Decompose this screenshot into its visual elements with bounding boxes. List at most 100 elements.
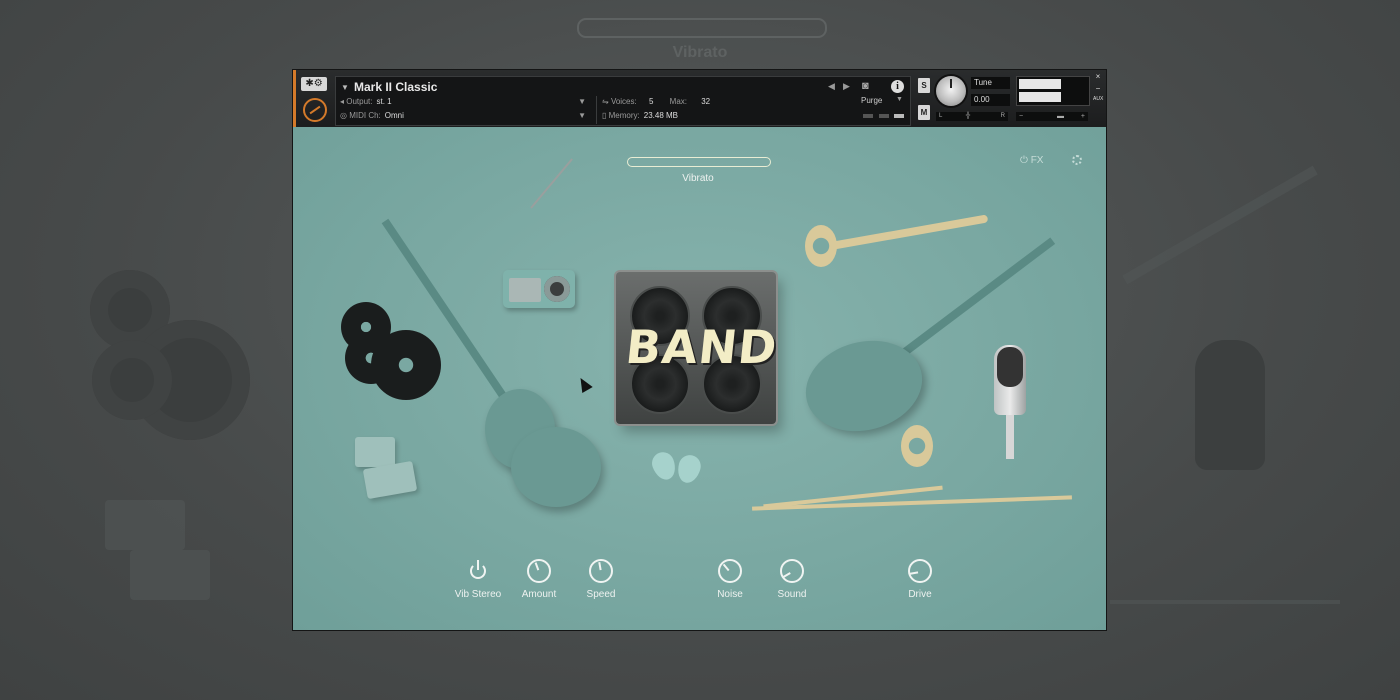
volume-minus-label: − bbox=[1019, 113, 1024, 120]
prev-instrument-icon[interactable]: ◀ bbox=[828, 81, 835, 92]
activity-meter bbox=[863, 114, 873, 118]
midi-icon: ◎ bbox=[340, 111, 347, 120]
sound-label: Sound bbox=[777, 589, 807, 600]
drive-knob[interactable] bbox=[908, 559, 932, 583]
memory-value: 23.48 MB bbox=[643, 111, 679, 120]
background-slider bbox=[577, 18, 827, 38]
voices-label: Voices: bbox=[610, 97, 637, 106]
tune-label: Tune bbox=[971, 77, 1010, 89]
vinyl-record bbox=[371, 330, 441, 400]
volume-plus-label: + bbox=[1080, 113, 1085, 120]
max-voices-value[interactable]: 32 bbox=[701, 97, 710, 106]
guitar-pick bbox=[674, 452, 704, 486]
mute-button[interactable]: M bbox=[918, 105, 930, 120]
noise-control[interactable]: Noise bbox=[695, 559, 765, 600]
minimize-icon[interactable]: − bbox=[1093, 84, 1103, 93]
settings-icon[interactable]: ✱⚙ bbox=[301, 77, 327, 91]
amount-label: Amount bbox=[521, 589, 557, 600]
midi-value[interactable]: Omni bbox=[385, 111, 404, 120]
radio-speaker bbox=[509, 278, 541, 302]
volume-slider[interactable]: − ▬ + bbox=[1016, 112, 1088, 121]
aux-label[interactable]: AUX bbox=[1093, 96, 1103, 102]
memory-row: ▯ Memory: 23.48 MB bbox=[602, 109, 842, 122]
info-icon[interactable]: i bbox=[891, 80, 904, 93]
solo-button[interactable]: S bbox=[918, 78, 930, 93]
bass-guitar-lower bbox=[511, 427, 601, 507]
pan-right-label: R bbox=[1000, 113, 1005, 119]
voices-row: ⇋ Voices: 5 Max: 32 bbox=[602, 95, 842, 108]
microphone-grille bbox=[997, 347, 1023, 387]
speed-control[interactable]: Speed bbox=[566, 559, 636, 600]
purge-button[interactable]: Purge bbox=[861, 96, 882, 105]
level-meter bbox=[1016, 76, 1090, 106]
output-dropdown-icon[interactable]: ▼ bbox=[578, 95, 586, 108]
sound-knob[interactable] bbox=[780, 559, 804, 583]
amount-knob[interactable] bbox=[527, 559, 551, 583]
background-mic bbox=[1195, 340, 1265, 470]
amp-logo-text: BAND bbox=[623, 320, 781, 374]
voices-icon: ⇋ bbox=[602, 97, 609, 106]
vibrato-slider[interactable] bbox=[627, 157, 771, 167]
instrument-ui: Vibrato ⏻ FX BAND Vib Stereo Amount Spee… bbox=[293, 127, 1106, 630]
header-accent bbox=[293, 70, 296, 127]
output-icon: ◂ bbox=[340, 97, 345, 106]
output-label: Output: bbox=[346, 97, 373, 106]
gear-icon[interactable] bbox=[1072, 155, 1082, 165]
vib-stereo-label: Vib Stereo bbox=[454, 589, 502, 600]
speed-label: Speed bbox=[586, 589, 616, 600]
background-cassette bbox=[130, 550, 210, 600]
instrument-name[interactable]: Mark II Classic bbox=[354, 80, 437, 94]
amplifier: BAND bbox=[616, 272, 781, 424]
trumpet-bell bbox=[805, 225, 837, 267]
panel-divider bbox=[596, 96, 597, 124]
volume-handle-icon[interactable]: ▬ bbox=[1057, 113, 1064, 120]
background-record bbox=[92, 340, 172, 420]
next-instrument-icon[interactable]: ▶ bbox=[843, 81, 850, 92]
sound-control[interactable]: Sound bbox=[757, 559, 827, 600]
speed-knob[interactable] bbox=[589, 559, 613, 583]
level-meter-right bbox=[1019, 92, 1061, 102]
drive-control[interactable]: Drive bbox=[885, 559, 955, 600]
background-trombone bbox=[1110, 600, 1340, 604]
background-guitar-neck bbox=[1122, 165, 1318, 285]
output-row[interactable]: ◂ Output: st. 1 ▼ bbox=[340, 95, 590, 108]
instrument-menu-icon[interactable]: ▼ bbox=[341, 83, 349, 92]
instrument-header: ✱⚙ ▼ Mark II Classic ◀ ▶ ◙ i ◂ Output: st… bbox=[293, 70, 1106, 127]
memory-icon: ▯ bbox=[602, 111, 607, 120]
voices-value: 5 bbox=[648, 97, 654, 106]
vib-stereo-control[interactable]: Vib Stereo bbox=[443, 559, 513, 600]
mouse-cursor-icon bbox=[575, 374, 593, 394]
trombone-bell bbox=[901, 425, 933, 467]
output-value[interactable]: st. 1 bbox=[377, 97, 392, 106]
midi-row[interactable]: ◎ MIDI Ch: Omni ▼ bbox=[340, 109, 590, 122]
instrument-panel: ▼ Mark II Classic ◀ ▶ ◙ i ◂ Output: st. 1… bbox=[335, 76, 911, 126]
memory-label: Memory: bbox=[608, 111, 640, 120]
pan-center-icon: ╬ bbox=[965, 113, 971, 119]
camera-icon[interactable]: ◙ bbox=[862, 80, 878, 92]
instrument-logo-icon bbox=[303, 98, 327, 122]
close-icon[interactable]: × bbox=[1093, 72, 1103, 81]
noise-label: Noise bbox=[717, 589, 743, 600]
tune-knob[interactable] bbox=[936, 76, 966, 106]
guitar-neck bbox=[890, 237, 1056, 365]
guitar-pick bbox=[648, 449, 680, 483]
cassette-tape bbox=[355, 437, 395, 467]
drive-label: Drive bbox=[908, 589, 932, 600]
purge-dropdown-icon[interactable]: ▼ bbox=[896, 96, 903, 103]
fx-power-button[interactable]: ⏻ FX bbox=[1020, 155, 1043, 166]
max-label: Max: bbox=[669, 97, 687, 106]
activity-meter bbox=[879, 114, 889, 118]
activity-meter bbox=[894, 114, 904, 118]
tune-value[interactable]: 0.00 bbox=[971, 94, 1010, 106]
background-cassette bbox=[105, 500, 185, 550]
power-icon[interactable] bbox=[466, 559, 490, 583]
radio-antenna bbox=[530, 158, 573, 209]
pan-slider[interactable]: L ╬ R bbox=[936, 112, 1008, 121]
radio-dial bbox=[544, 276, 570, 302]
microphone-stand bbox=[1006, 415, 1014, 459]
amount-control[interactable]: Amount bbox=[504, 559, 574, 600]
level-meter-left bbox=[1019, 79, 1061, 89]
noise-knob[interactable] bbox=[718, 559, 742, 583]
vibrato-label: Vibrato bbox=[682, 173, 714, 184]
midi-dropdown-icon[interactable]: ▼ bbox=[578, 109, 586, 122]
